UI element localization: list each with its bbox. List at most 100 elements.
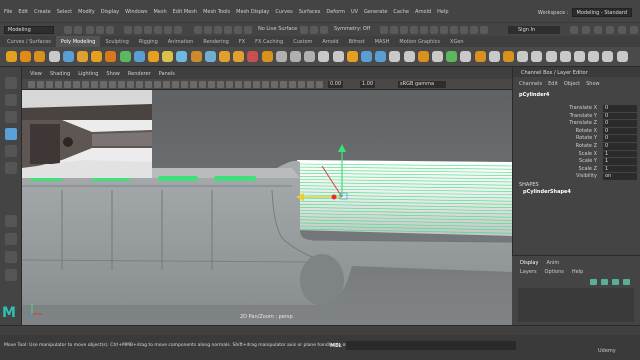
shelf-tool-icon[interactable] bbox=[432, 51, 443, 62]
menu-help[interactable]: Help bbox=[437, 9, 448, 15]
viewport-toolbar-icon[interactable] bbox=[226, 81, 233, 88]
channel-menu-object[interactable]: Object bbox=[564, 81, 580, 87]
attribute-value[interactable]: 1 bbox=[603, 165, 637, 173]
viewport-toolbar-icon[interactable] bbox=[118, 81, 125, 88]
attribute-value[interactable]: 0 bbox=[603, 120, 637, 127]
selected-cylinder[interactable] bbox=[297, 160, 512, 236]
viewport-toolbar-icon[interactable] bbox=[271, 81, 278, 88]
menu-file[interactable]: File bbox=[4, 9, 12, 15]
viewport-toolbar-icon[interactable] bbox=[46, 81, 53, 88]
shelf-tool-icon[interactable] bbox=[318, 51, 330, 62]
status-tool-icon[interactable] bbox=[86, 26, 94, 34]
layer-menu-help[interactable]: Help bbox=[572, 269, 583, 275]
menu-mesh-tools[interactable]: Mesh Tools bbox=[203, 9, 230, 15]
shelf-tool-icon[interactable] bbox=[62, 51, 74, 62]
status-tool-icon[interactable] bbox=[194, 26, 202, 34]
status-tool-icon[interactable] bbox=[310, 26, 318, 34]
viewport-field-2[interactable]: 1.00 bbox=[360, 81, 376, 88]
menu-cache[interactable]: Cache bbox=[393, 9, 409, 15]
status-tool-icon[interactable] bbox=[450, 26, 458, 34]
viewport-toolbar-icon[interactable] bbox=[91, 81, 98, 88]
channel-menu-channels[interactable]: Channels bbox=[519, 81, 542, 87]
rotate-tool-icon[interactable] bbox=[5, 145, 17, 157]
shelf-tool-icon[interactable] bbox=[460, 51, 472, 62]
menu-set-dropdown[interactable]: Modeling bbox=[4, 26, 54, 34]
viewport-toolbar-icon[interactable] bbox=[82, 81, 89, 88]
viewport-toolbar-icon[interactable] bbox=[199, 81, 206, 88]
viewport-toolbar-icon[interactable] bbox=[244, 81, 251, 88]
viewport-menu-view[interactable]: View bbox=[30, 67, 42, 79]
shelf-tool-icon[interactable] bbox=[361, 51, 372, 62]
shelf-tab-fx[interactable]: FX bbox=[234, 36, 250, 47]
shelf-tab-bifrost[interactable]: Bifrost bbox=[344, 36, 370, 47]
shelf-tool-icon[interactable] bbox=[559, 51, 571, 62]
shelf-tab-motion-graphics[interactable]: Motion Graphics bbox=[394, 36, 445, 47]
menu-edit-mesh[interactable]: Edit Mesh bbox=[173, 9, 197, 15]
scale-tool-icon[interactable] bbox=[5, 162, 17, 174]
attribute-row[interactable]: Visibility on bbox=[513, 173, 640, 181]
new-layer-selected-icon[interactable] bbox=[623, 279, 630, 285]
viewport-toolbar-icon[interactable] bbox=[190, 81, 197, 88]
viewport-toolbar-icon[interactable] bbox=[253, 81, 260, 88]
shelf-tool-icon[interactable] bbox=[488, 51, 500, 62]
viewport-toolbar-icon[interactable] bbox=[307, 81, 314, 88]
viewport-toolbar-icon[interactable] bbox=[127, 81, 134, 88]
viewport-toolbar-icon[interactable] bbox=[172, 81, 179, 88]
menu-arnold[interactable]: Arnold bbox=[415, 9, 431, 15]
shelf-tab-rendering[interactable]: Rendering bbox=[198, 36, 234, 47]
shelf-tool-icon[interactable] bbox=[602, 51, 614, 62]
attribute-value[interactable]: 0 bbox=[603, 135, 637, 142]
attribute-value[interactable]: on bbox=[603, 173, 637, 180]
viewport-toolbar-icon[interactable] bbox=[181, 81, 188, 88]
shelf-tab-xgen[interactable]: XGen bbox=[445, 36, 469, 47]
new-layer-icon[interactable] bbox=[612, 279, 619, 285]
shelf-tool-icon[interactable] bbox=[290, 51, 301, 62]
viewport-toolbar-icon[interactable] bbox=[136, 81, 143, 88]
shelf-tool-icon[interactable] bbox=[403, 51, 415, 62]
status-tool-icon[interactable] bbox=[74, 26, 82, 34]
shelf-tool-icon[interactable] bbox=[446, 51, 458, 62]
outliner-layout-icon[interactable] bbox=[5, 269, 17, 281]
menu-uv[interactable]: UV bbox=[351, 9, 358, 15]
shelf-tool-icon[interactable] bbox=[91, 51, 103, 62]
menu-mesh[interactable]: Mesh bbox=[153, 9, 166, 15]
status-tool-icon[interactable] bbox=[570, 26, 578, 34]
shelf-tool-icon[interactable] bbox=[517, 51, 529, 62]
mel-label[interactable]: MEL bbox=[330, 343, 342, 349]
viewport-menu-lighting[interactable]: Lighting bbox=[78, 67, 98, 79]
shelf-tab-sculpting[interactable]: Sculpting bbox=[100, 36, 133, 47]
workspace-dropdown[interactable]: Modeling - Standard bbox=[571, 8, 632, 17]
status-tool-icon[interactable] bbox=[64, 26, 72, 34]
menu-display[interactable]: Display bbox=[101, 9, 119, 15]
menu-windows[interactable]: Windows bbox=[125, 9, 147, 15]
shelf-tool-icon[interactable] bbox=[105, 51, 117, 62]
shelf-tool-icon[interactable] bbox=[417, 51, 429, 62]
status-tool-icon[interactable] bbox=[300, 26, 308, 34]
attribute-row[interactable]: Translate Z 0 bbox=[513, 120, 640, 128]
shelf-tab-arnold[interactable]: Arnold bbox=[317, 36, 343, 47]
lasso-tool-icon[interactable] bbox=[5, 94, 17, 106]
viewport-field-1[interactable]: 0.00 bbox=[328, 81, 344, 88]
shelf-tool-icon[interactable] bbox=[531, 51, 543, 62]
shelf-tool-icon[interactable] bbox=[474, 51, 486, 62]
attribute-value[interactable]: 0 bbox=[603, 142, 637, 150]
status-tool-icon[interactable] bbox=[470, 26, 478, 34]
attribute-value[interactable]: 1 bbox=[603, 158, 637, 165]
viewport-toolbar-icon[interactable] bbox=[235, 81, 242, 88]
workspace-selector[interactable]: Workspace : Modeling - Standard bbox=[538, 8, 632, 17]
menu-select[interactable]: Select bbox=[57, 9, 72, 15]
attribute-row[interactable]: Rotate X 0 bbox=[513, 127, 640, 136]
shelf-tool-icon[interactable] bbox=[48, 51, 60, 62]
shelf-tool-icon[interactable] bbox=[6, 51, 17, 62]
viewport-toolbar-icon[interactable] bbox=[289, 81, 296, 88]
timeline-bar[interactable] bbox=[0, 325, 640, 335]
status-tool-icon[interactable] bbox=[144, 26, 152, 34]
shelf-tool-icon[interactable] bbox=[176, 51, 188, 62]
attribute-row[interactable]: Translate Y 0 bbox=[513, 112, 640, 121]
shelf-tab-animation[interactable]: Animation bbox=[163, 36, 199, 47]
live-surface-label[interactable]: No Live Surface bbox=[258, 26, 297, 32]
status-tool-icon[interactable] bbox=[154, 26, 162, 34]
viewport-toolbar-icon[interactable] bbox=[208, 81, 215, 88]
status-tool-icon[interactable] bbox=[630, 26, 638, 34]
status-tool-icon[interactable] bbox=[96, 26, 104, 34]
